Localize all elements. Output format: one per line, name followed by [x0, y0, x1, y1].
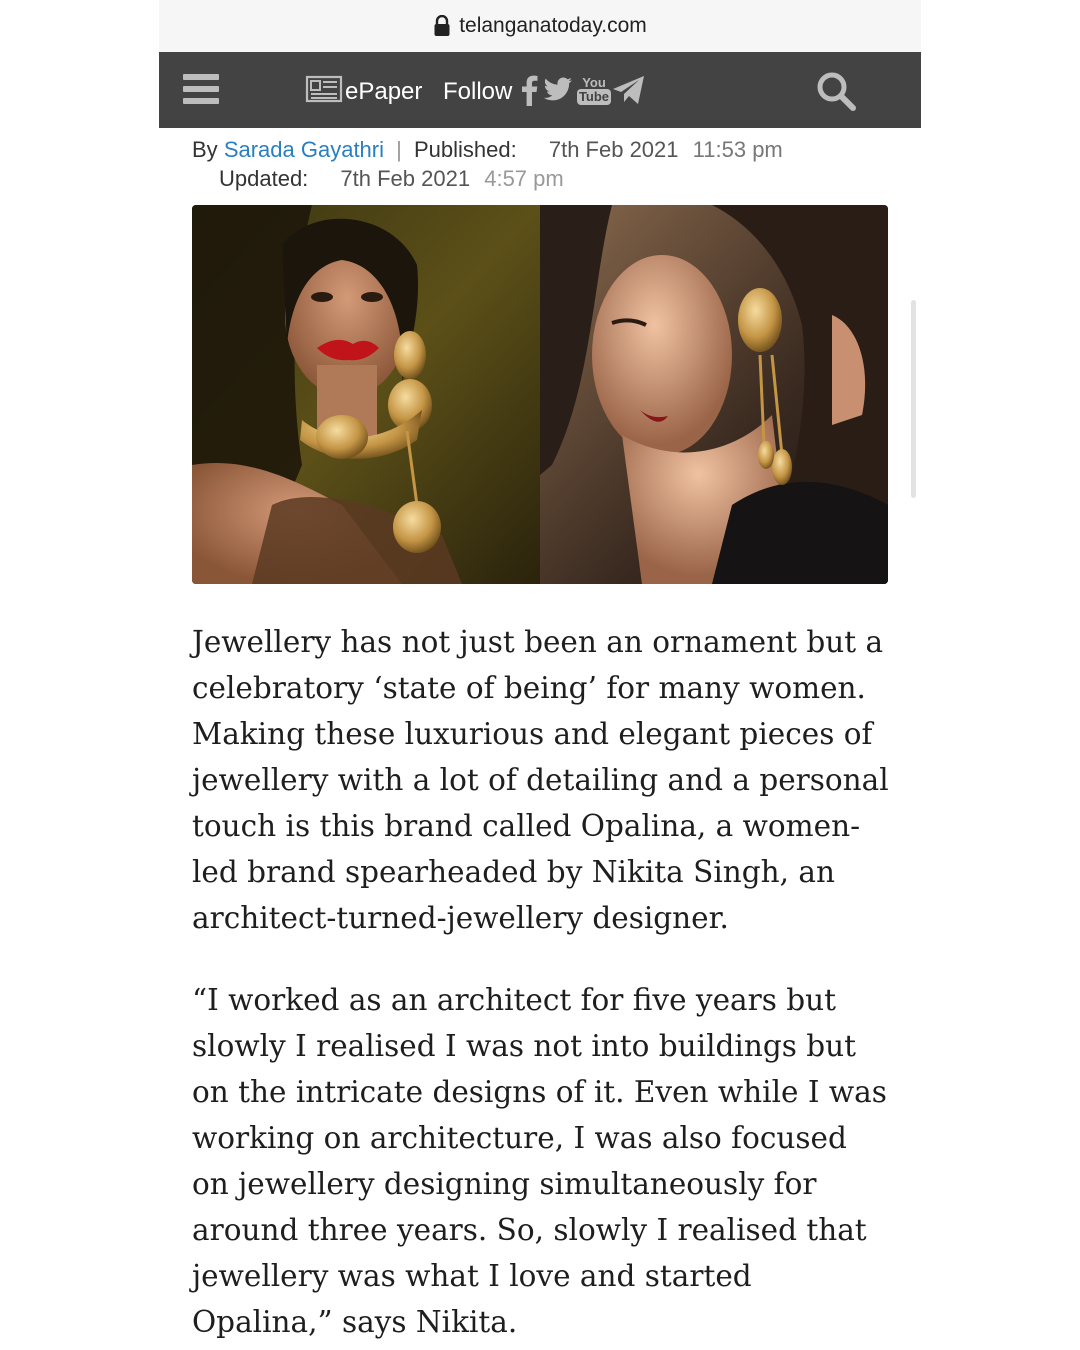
updated-line: Updated: 7th Feb 2021 4:57 pm: [219, 165, 564, 193]
follow-label: Follow: [443, 78, 513, 105]
url-text: telanganatoday.com: [459, 14, 647, 37]
article-body: Jewellery has not just been an ornament …: [192, 619, 892, 1350]
updated-date: 7th Feb 2021: [340, 166, 471, 191]
updated-time: 4:57 pm: [484, 166, 564, 191]
byline-separator: |: [396, 137, 402, 162]
published-time: 11:53 pm: [692, 137, 783, 162]
search-icon[interactable]: [815, 70, 857, 112]
by-label: By: [192, 137, 218, 162]
published-date: 7th Feb 2021: [548, 137, 679, 162]
updated-label: Updated:: [219, 166, 309, 191]
epaper-link[interactable]: ePaper: [305, 74, 422, 110]
lock-icon: [433, 14, 451, 37]
facebook-icon[interactable]: [519, 72, 539, 108]
menu-icon[interactable]: [183, 74, 219, 104]
youtube-icon[interactable]: You Tube: [576, 72, 612, 108]
author-link[interactable]: Sarada Gayathri: [224, 137, 384, 162]
page-scrollbar[interactable]: [911, 300, 916, 498]
mobile-browser-view: telanganatoday.com ePaper Follow You Tub…: [159, 0, 921, 1350]
twitter-icon[interactable]: [543, 72, 573, 108]
epaper-label: ePaper: [345, 78, 423, 105]
published-label: Published:: [413, 137, 517, 162]
article-paragraph: Jewellery has not just been an ornament …: [192, 625, 889, 935]
newspaper-icon: [305, 75, 343, 110]
address-bar[interactable]: telanganatoday.com: [159, 0, 921, 52]
article-hero-image: [192, 205, 888, 584]
site-header: ePaper Follow You Tube: [159, 52, 921, 128]
byline: By Sarada Gayathri | Published: 7th Feb …: [192, 136, 783, 164]
telegram-icon[interactable]: [611, 72, 647, 108]
article-paragraph: “I worked as an architect for five years…: [192, 983, 887, 1339]
